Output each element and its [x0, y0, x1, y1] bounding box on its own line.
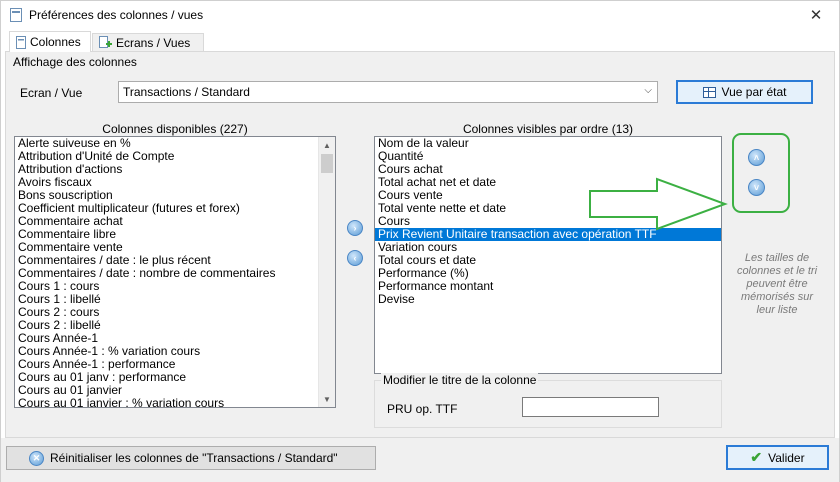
close-icon: ✕	[809, 7, 823, 24]
chevron-up-icon: ˄	[753, 152, 760, 163]
visible-columns-list[interactable]: Nom de la valeur Quantité Cours achat Total…	[374, 136, 722, 374]
preferences-dialog: Préférences des colonnes / vues ✕ Colonn…	[0, 0, 840, 482]
side-note: Les tailles de colonnes et le tri peuven…	[736, 252, 818, 316]
tab-ecrans-vues[interactable]: Ecrans / Vues	[92, 33, 204, 52]
add-column-button[interactable]: ›	[347, 220, 363, 236]
tab-bar: Colonnes Ecrans / Vues	[5, 31, 835, 53]
tab-colonnes[interactable]: Colonnes	[9, 31, 91, 53]
page-icon	[10, 8, 22, 22]
scroll-up-icon[interactable]: ▲	[319, 137, 335, 153]
available-columns-items: Alerte suiveuse en % Attribution d'Unité …	[15, 137, 335, 408]
chevron-right-icon: ›	[353, 223, 357, 233]
page-icon	[16, 35, 26, 49]
dialog-footer: ✕ Réinitialiser les colonnes de "Transac…	[1, 438, 839, 482]
chevron-left-icon: ‹	[353, 253, 357, 263]
colonnes-panel: Affichage des colonnes Ecran / Vue Trans…	[5, 52, 835, 438]
rename-current-label: PRU op. TTF	[387, 402, 458, 416]
close-button[interactable]: ✕	[803, 4, 829, 26]
visible-columns-header: Colonnes visibles par ordre (13)	[462, 122, 634, 136]
page-add-icon	[99, 36, 112, 48]
reset-columns-label: Réinitialiser les colonnes de "Transacti…	[50, 451, 338, 465]
rename-title-input[interactable]	[522, 397, 659, 417]
scroll-down-icon[interactable]: ▼	[319, 391, 335, 407]
remove-column-button[interactable]: ‹	[347, 250, 363, 266]
valider-label: Valider	[768, 450, 805, 465]
ecran-vue-value: Transactions / Standard	[123, 85, 250, 99]
chevron-down-icon: ⌵	[644, 85, 652, 96]
move-down-button[interactable]: ˅	[748, 179, 765, 196]
visible-item[interactable]: Nom de la valeur	[375, 137, 721, 150]
vue-par-etat-label: Vue par état	[721, 85, 787, 99]
tab-colonnes-label: Colonnes	[30, 35, 81, 49]
ecran-vue-select[interactable]: Transactions / Standard ⌵	[118, 81, 658, 103]
ecran-vue-label: Ecran / Vue	[20, 86, 83, 100]
rename-legend: Modifier le titre de la colonne	[381, 373, 539, 387]
move-up-button[interactable]: ˄	[748, 149, 765, 166]
visible-item[interactable]: Performance montant	[375, 280, 721, 293]
valider-button[interactable]: ✔ Valider	[726, 445, 829, 470]
reset-columns-button[interactable]: ✕ Réinitialiser les colonnes de "Transac…	[6, 446, 376, 470]
available-columns-header: Colonnes disponibles (227)	[102, 122, 248, 136]
rename-column-group: Modifier le titre de la colonne PRU op. …	[374, 373, 722, 428]
window-title: Préférences des colonnes / vues	[29, 8, 204, 22]
vue-par-etat-button[interactable]: Vue par état	[676, 80, 813, 104]
available-columns-list[interactable]: Alerte suiveuse en % Attribution d'Unité …	[14, 136, 336, 408]
table-icon	[702, 86, 716, 98]
annotation-highlight-box	[732, 133, 790, 213]
available-item[interactable]: Cours au 01 janvier : % variation cours	[15, 397, 335, 408]
annotation-arrow-icon	[589, 177, 728, 231]
close-circle-icon: ✕	[29, 450, 44, 466]
title-bar: Préférences des colonnes / vues ✕	[1, 1, 839, 29]
chevron-down-icon: ˅	[753, 182, 760, 193]
visible-item[interactable]: Devise	[375, 293, 721, 306]
check-icon: ✔	[750, 449, 763, 465]
available-scrollbar[interactable]: ▲ ▼	[318, 137, 335, 407]
scroll-thumb[interactable]	[321, 154, 333, 173]
section-title: Affichage des colonnes	[13, 55, 137, 69]
tab-ecrans-vues-label: Ecrans / Vues	[116, 35, 191, 50]
